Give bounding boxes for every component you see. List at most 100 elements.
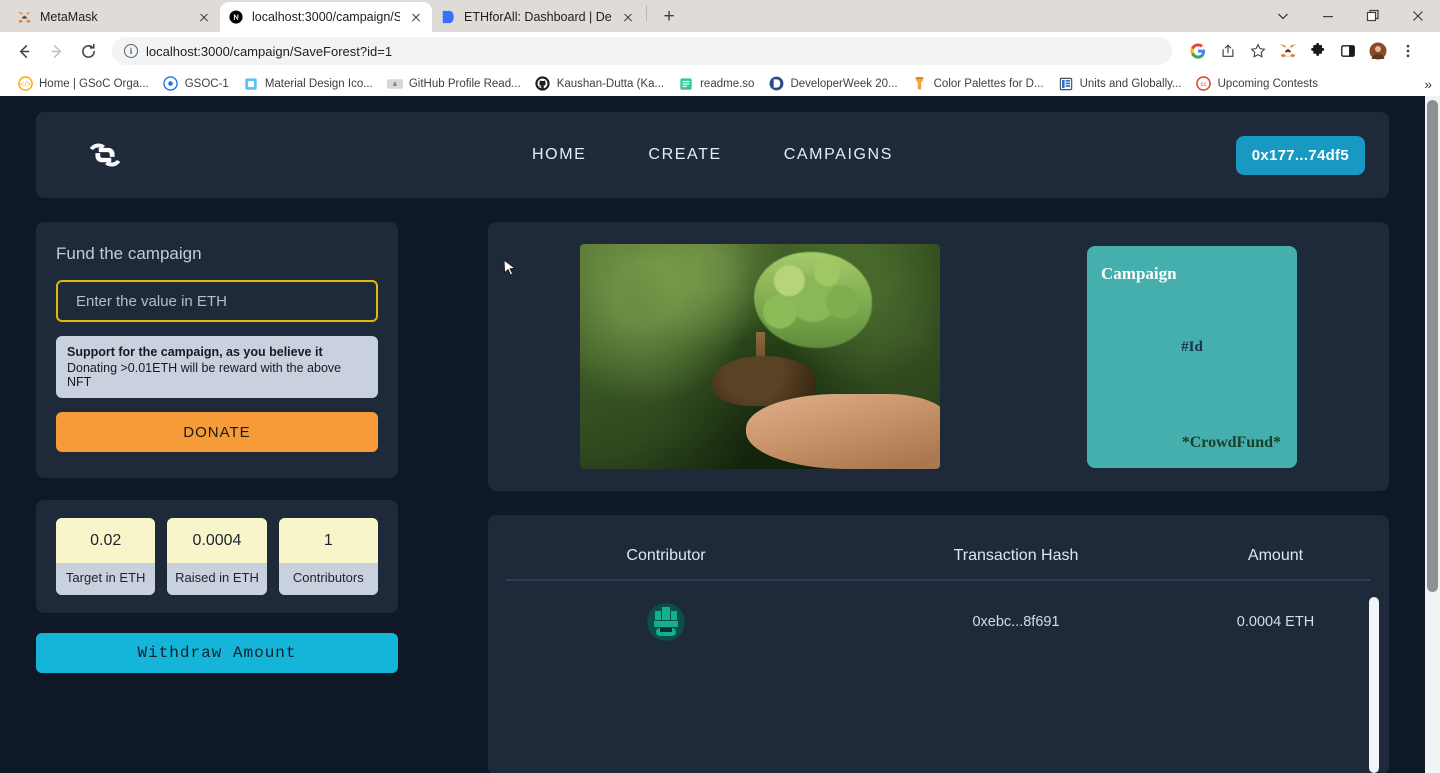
bookmark-item[interactable]: Color Palettes for D...	[905, 74, 1051, 94]
github-icon	[535, 76, 551, 92]
bookmark-item[interactable]: readme.so	[671, 74, 761, 94]
stat-card-target: 0.02 Target in ETH	[56, 518, 156, 595]
tree-canopy-shape	[754, 252, 872, 348]
contributors-table-panel: Contributor Transaction Hash Amount 0xeb…	[488, 515, 1389, 773]
tab-strip: MetaMask localhost:3000/campaign/SaveFo …	[0, 0, 1440, 32]
svg-text:&: &	[393, 82, 397, 88]
bookmark-label: Upcoming Contests	[1217, 77, 1318, 90]
bookmark-item[interactable]: cc Upcoming Contests	[1189, 74, 1325, 94]
eth-amount-input[interactable]	[56, 280, 378, 322]
app-header: HOME CREATE CAMPAIGNS 0x177...74df5	[36, 112, 1389, 198]
metamask-extension-icon[interactable]	[1274, 37, 1302, 65]
wallet-address-button[interactable]: 0x177...74df5	[1235, 135, 1365, 175]
left-column: Fund the campaign Support for the campai…	[36, 222, 398, 773]
units-icon	[1058, 76, 1074, 92]
bookmarks-overflow-icon[interactable]: »	[1424, 76, 1432, 92]
gsoc-icon: </>	[17, 76, 33, 92]
close-window-icon[interactable]	[1395, 0, 1440, 32]
url-text: localhost:3000/campaign/SaveForest?id=1	[146, 43, 393, 59]
campaign-media-panel: Campaign #Id *CrowdFund*	[488, 222, 1389, 491]
column-header-contributor: Contributor	[626, 547, 706, 564]
stat-label: Contributors	[278, 563, 378, 595]
close-icon[interactable]	[196, 9, 212, 25]
google-lens-icon[interactable]	[1184, 37, 1212, 65]
note-subtitle: Donating >0.01ETH will be reward with th…	[67, 361, 342, 389]
browser-window: MetaMask localhost:3000/campaign/SaveFo …	[0, 0, 1440, 773]
withdraw-amount-button[interactable]: Withdraw Amount	[36, 632, 398, 673]
fund-panel-title: Fund the campaign	[56, 244, 202, 263]
bookmark-item[interactable]: GSOC-1	[156, 74, 236, 94]
right-column: Campaign #Id *CrowdFund* Contributor Tra…	[488, 222, 1389, 773]
bookmark-item[interactable]: & GitHub Profile Read...	[380, 74, 528, 94]
page-scrollbar[interactable]	[1425, 96, 1440, 773]
bookmark-label: readme.so	[700, 77, 755, 90]
maximize-icon[interactable]	[1350, 0, 1395, 32]
browser-tab-metamask[interactable]: MetaMask	[8, 2, 220, 32]
stat-card-contributors: 1 Contributors	[278, 518, 378, 595]
bookmark-label: GSOC-1	[184, 77, 229, 90]
bookmark-label: Home | GSoC Orga...	[39, 77, 149, 90]
share-icon[interactable]	[1214, 37, 1242, 65]
stat-label: Raised in ETH	[167, 563, 267, 595]
nextjs-icon	[228, 9, 244, 25]
tab-title: localhost:3000/campaign/SaveFo	[252, 10, 400, 24]
svg-text:</>: </>	[20, 79, 31, 88]
donate-button[interactable]: DONATE	[56, 412, 378, 452]
close-icon[interactable]	[620, 9, 636, 25]
table-scrollbar[interactable]	[1369, 597, 1379, 773]
nft-top-label: Campaign	[1101, 263, 1177, 283]
devfolio-icon	[768, 76, 784, 92]
handshake-logo-icon[interactable]	[82, 132, 128, 178]
bookmark-item[interactable]: Kaushan-Dutta (Ka...	[528, 74, 671, 94]
new-tab-button[interactable]: +	[655, 3, 683, 31]
window-controls	[1260, 0, 1440, 32]
hand-shape	[745, 394, 940, 469]
address-bar[interactable]: i localhost:3000/campaign/SaveForest?id=…	[112, 37, 1172, 65]
stat-card-raised: 0.0004 Raised in ETH	[167, 518, 267, 595]
profile-avatar-icon[interactable]	[1364, 37, 1392, 65]
sidepanel-icon[interactable]	[1334, 37, 1362, 65]
browser-tab-localhost[interactable]: localhost:3000/campaign/SaveFo	[220, 2, 432, 32]
forward-icon[interactable]	[42, 37, 70, 65]
stat-value: 0.0004	[167, 518, 267, 563]
chrome-menu-icon[interactable]	[1394, 37, 1422, 65]
stats-panel: 0.02 Target in ETH 0.0004 Raised in ETH …	[36, 500, 398, 613]
bookmark-item[interactable]: DeveloperWeek 20...	[761, 74, 904, 94]
reload-icon[interactable]	[74, 37, 102, 65]
nft-bottom-label: *CrowdFund*	[1181, 433, 1281, 451]
cell-transaction-hash[interactable]: 0xebc...8f691	[826, 614, 1206, 630]
tab-search-chevron-down-icon[interactable]	[1260, 0, 1305, 32]
tab-separator	[646, 5, 647, 21]
devfolio-icon	[440, 9, 456, 25]
stat-label: Target in ETH	[56, 563, 156, 595]
nav-item-campaigns[interactable]: CAMPAIGNS	[784, 146, 893, 164]
extensions-puzzle-icon[interactable]	[1304, 37, 1332, 65]
bookmark-item[interactable]: Material Design Ico...	[236, 74, 380, 94]
nft-preview-card: Campaign #Id *CrowdFund*	[1087, 245, 1297, 468]
metamask-fox-icon	[16, 9, 32, 25]
bookmark-label: DeveloperWeek 20...	[790, 77, 898, 90]
bookmark-item[interactable]: Units and Globally...	[1051, 74, 1189, 94]
back-icon[interactable]	[10, 37, 38, 65]
page-scrollbar-thumb[interactable]	[1427, 100, 1438, 592]
browser-toolbar: i localhost:3000/campaign/SaveForest?id=…	[0, 32, 1440, 70]
table-row: 0xebc...8f691 0.0004 ETH	[488, 581, 1389, 641]
bookmark-item[interactable]: </> Home | GSoC Orga...	[10, 74, 156, 94]
minimize-icon[interactable]	[1305, 0, 1350, 32]
close-icon[interactable]	[408, 9, 424, 25]
contests-icon: cc	[1196, 76, 1212, 92]
page-content: HOME CREATE CAMPAIGNS 0x177...74df5 Fund…	[0, 112, 1425, 773]
bookmark-label: Units and Globally...	[1079, 77, 1182, 90]
nav-item-home[interactable]: HOME	[532, 146, 586, 164]
tab-title: ETHforAll: Dashboard | Devfolio	[464, 10, 612, 24]
nav-item-create[interactable]: CREATE	[648, 146, 721, 164]
colorpalette-icon	[912, 76, 928, 92]
gsoc1-icon	[163, 76, 179, 92]
identicon-avatar	[647, 603, 685, 641]
body-grid: Fund the campaign Support for the campai…	[0, 222, 1425, 773]
bookmark-label: GitHub Profile Read...	[408, 77, 521, 90]
browser-tab-devfolio[interactable]: ETHforAll: Dashboard | Devfolio	[432, 2, 644, 32]
site-info-icon[interactable]: i	[124, 44, 138, 58]
bookmark-star-icon[interactable]	[1244, 37, 1272, 65]
stat-value: 1	[278, 518, 378, 563]
